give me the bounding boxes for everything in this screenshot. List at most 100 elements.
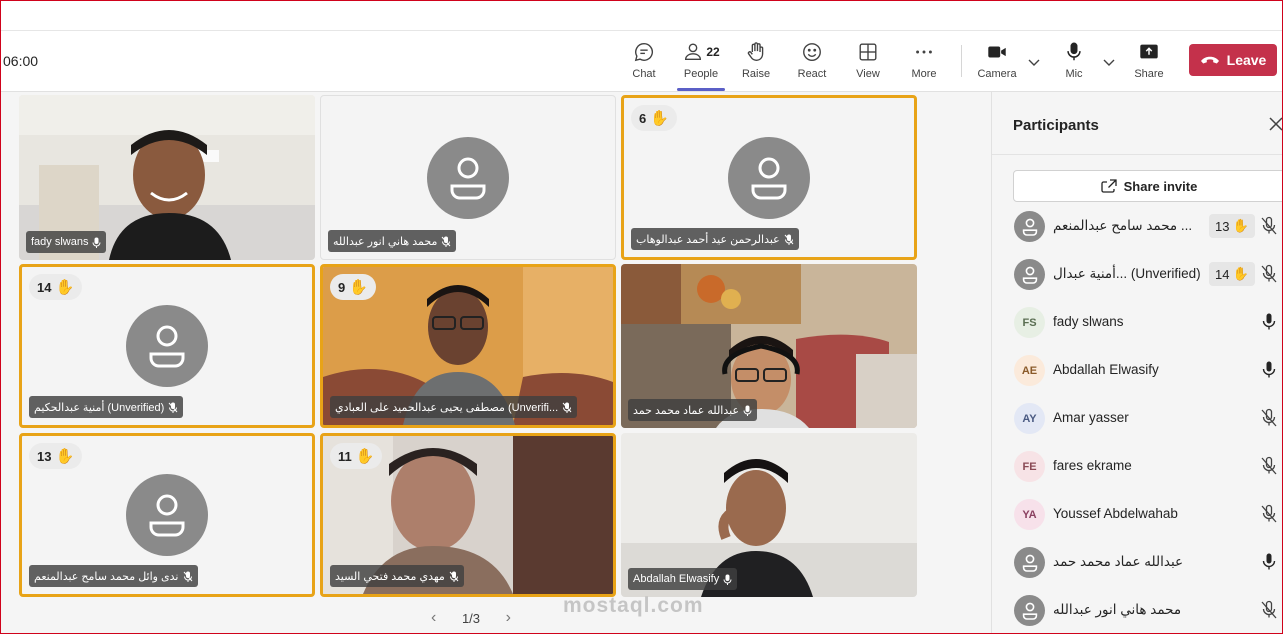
- participant-name: fady slwans: [31, 236, 89, 248]
- raised-hand-icon: ✋: [1232, 266, 1249, 281]
- participant-row[interactable]: AE Abdallah Elwasify: [992, 347, 1282, 395]
- person-placeholder-icon: [1022, 602, 1037, 620]
- participant-avatar: [427, 136, 509, 219]
- raised-hand-badge: 9 ✋: [330, 274, 376, 300]
- person-placeholder-icon: [149, 494, 185, 537]
- avatar-initials: AE: [1021, 364, 1038, 377]
- mic-on-icon: [92, 237, 101, 248]
- camera-button[interactable]: Camera: [972, 41, 1022, 89]
- video-tile[interactable]: 13 ✋ ندى وائل محمد سامح عبدالمنعم: [19, 433, 315, 597]
- share-button[interactable]: Share: [1124, 41, 1174, 89]
- participant-name-label: ندى وائل محمد سامح عبدالمنعم: [29, 565, 198, 587]
- participant-name: محمد هاني انور عبدالله: [1053, 602, 1182, 617]
- mic-on-icon[interactable]: [1260, 312, 1278, 332]
- video-grid: fady slwans محمد هاني انور عبدالله 6 ✋ عب…: [1, 92, 991, 633]
- smiley-icon: [803, 43, 821, 61]
- participant-avatar: [126, 305, 208, 387]
- raised-hand-badge: 14 ✋: [29, 274, 83, 300]
- participant-row[interactable]: محمد هاني انور عبدالله: [992, 587, 1282, 633]
- participant-name: مصطفى يحيى عبدالحميد على العبادي (Unveri…: [335, 401, 559, 414]
- participant-name-label: Abdallah Elwasify: [628, 568, 738, 590]
- panel-divider: [992, 154, 1282, 155]
- avatar-initials: FE: [1022, 460, 1037, 473]
- video-tile[interactable]: 14 ✋ أمنية عبدالحكيم (Unverified): [19, 264, 315, 428]
- title-strip: [1, 1, 1282, 31]
- participant-avatar: AY: [1014, 403, 1045, 434]
- raise-hand-button[interactable]: Raise: [731, 41, 781, 89]
- view-button[interactable]: View: [843, 41, 893, 89]
- meeting-timer: 06:00: [3, 53, 39, 69]
- mic-muted-icon: [784, 234, 794, 245]
- mic-muted-icon[interactable]: [1260, 600, 1278, 620]
- person-placeholder-icon: [751, 157, 787, 199]
- mic-on-icon[interactable]: [1260, 552, 1278, 572]
- avatar-initials: YA: [1022, 508, 1037, 521]
- participant-avatar: FS: [1014, 307, 1045, 338]
- mic-muted-icon: [168, 402, 178, 413]
- more-button[interactable]: More: [899, 41, 949, 89]
- participant-row[interactable]: عبدالله عماد محمد حمد: [992, 539, 1282, 587]
- chat-button[interactable]: Chat: [619, 41, 669, 89]
- participant-row[interactable]: أمنية عبدال... (Unverified) 14 ✋: [992, 251, 1282, 299]
- more-label: More: [911, 68, 937, 80]
- participant-row[interactable]: AY Amar yasser: [992, 395, 1282, 443]
- meeting-window: 06:00 Chat 22 People Raise React View Mo…: [0, 0, 1283, 634]
- mic-muted-icon[interactable]: [1260, 504, 1278, 524]
- mic-muted-icon[interactable]: [1260, 264, 1278, 284]
- video-tile[interactable]: عبدالله عماد محمد حمد: [621, 264, 917, 428]
- microphone-icon: [1067, 42, 1081, 61]
- video-tile[interactable]: 9 ✋ مصطفى يحيى عبدالحميد على العبادي (Unv…: [320, 264, 616, 428]
- hang-up-icon: [1200, 56, 1219, 64]
- camera-options-chevron-icon[interactable]: [1027, 55, 1041, 69]
- people-active-indicator: [677, 88, 725, 91]
- toolbar-divider: [961, 45, 962, 77]
- participant-name-label: محمد هاني انور عبدالله: [328, 230, 457, 252]
- people-icon: [685, 43, 702, 61]
- mic-muted-icon: [183, 571, 192, 582]
- hand-order: 6: [639, 110, 647, 126]
- participant-avatar: [1014, 595, 1045, 626]
- raised-hand-icon: ✋: [650, 110, 669, 127]
- participant-row[interactable]: YA Youssef Abdelwahab: [992, 491, 1282, 539]
- leave-button[interactable]: Leave: [1189, 44, 1277, 76]
- video-tile[interactable]: fady slwans: [19, 95, 315, 260]
- chat-label: Chat: [632, 68, 656, 80]
- hand-order: 14: [37, 279, 52, 295]
- participant-name: محمد سامح عبدالمنعم ...: [1053, 218, 1193, 233]
- raised-hand-badge: 6 ✋: [631, 105, 677, 131]
- participant-row[interactable]: محمد سامح عبدالمنعم ... 13 ✋: [992, 203, 1282, 251]
- participant-avatar: [728, 136, 810, 219]
- raise-label: Raise: [741, 68, 771, 80]
- close-icon[interactable]: [1268, 116, 1283, 132]
- participant-avatar: [126, 474, 208, 556]
- grid-view-icon: [859, 43, 877, 61]
- mic-options-chevron-icon[interactable]: [1102, 55, 1116, 69]
- next-page-chevron-icon[interactable]: ›: [506, 609, 511, 627]
- mic-muted-icon[interactable]: [1260, 456, 1278, 476]
- camera-label: Camera: [977, 68, 1017, 80]
- avatar-initials: FS: [1022, 316, 1037, 329]
- raised-hand-icon: ✋: [55, 448, 75, 465]
- participant-name: عبدالله عماد محمد حمد: [633, 404, 740, 417]
- share-invite-button[interactable]: Share invite: [1013, 170, 1282, 202]
- mic-button[interactable]: Mic: [1049, 41, 1099, 89]
- mic-on-icon[interactable]: [1260, 360, 1278, 380]
- participant-name-label: مهدي محمد فتحي السيد: [330, 565, 464, 587]
- video-tile[interactable]: 6 ✋ عبدالرحمن عيد أحمد عبدالوهاب: [621, 95, 917, 260]
- video-tile[interactable]: Abdallah Elwasify: [621, 433, 917, 597]
- panel-title: Participants: [1013, 117, 1099, 134]
- video-tile[interactable]: 11 ✋ مهدي محمد فتحي السيد: [320, 433, 616, 597]
- grid-pagination: ‹ 1/3 ›: [431, 609, 511, 627]
- person-placeholder-icon: [1022, 554, 1037, 572]
- participant-row[interactable]: FE fares ekrame: [992, 443, 1282, 491]
- react-button[interactable]: React: [787, 41, 837, 89]
- participant-avatar: [1014, 211, 1045, 242]
- mic-muted-icon[interactable]: [1260, 408, 1278, 428]
- participant-name: أمنية عبدال... (Unverified): [1053, 266, 1201, 281]
- mic-muted-icon[interactable]: [1260, 216, 1278, 236]
- people-button[interactable]: 22 People: [675, 41, 727, 91]
- participant-row[interactable]: FS fady slwans: [992, 299, 1282, 347]
- raised-hand-badge: 13 ✋: [1209, 214, 1255, 238]
- previous-page-chevron-icon[interactable]: ‹: [431, 609, 436, 627]
- video-tile[interactable]: محمد هاني انور عبدالله: [320, 95, 616, 260]
